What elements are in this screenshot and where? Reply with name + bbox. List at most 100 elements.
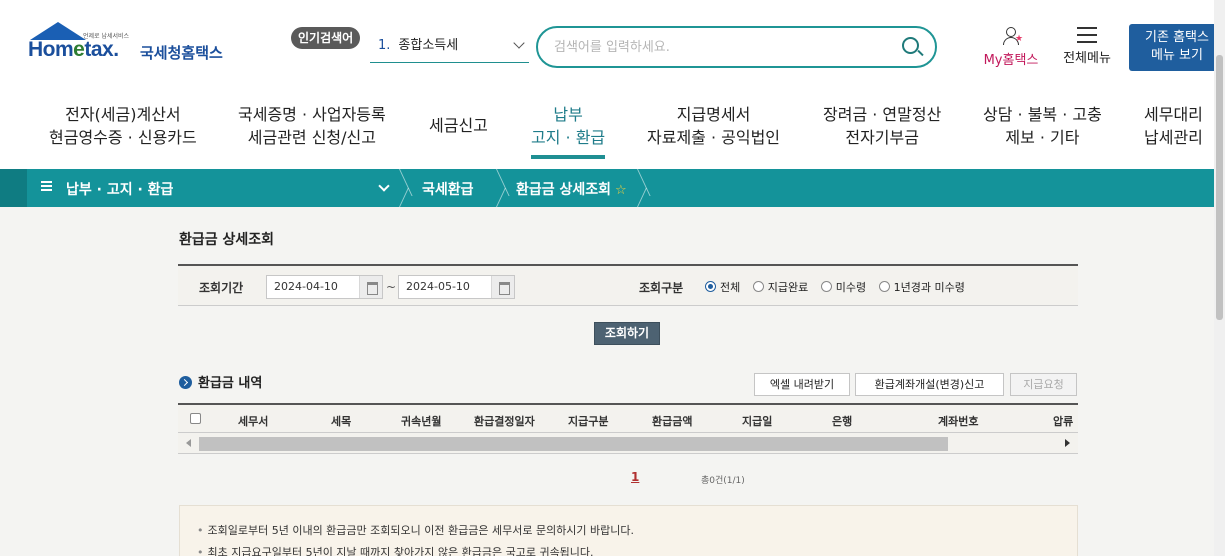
- gnb-line2: 세금관련 신청/신고: [247, 128, 376, 147]
- gnb-line1: 납부: [553, 105, 583, 124]
- breadcrumb-menu[interactable]: 납부 · 고지 · 환급: [66, 179, 173, 199]
- breadcrumb-level2[interactable]: 국세환급: [422, 179, 474, 199]
- date-to-value: 2024-05-10: [406, 280, 470, 293]
- gnb-item-agent[interactable]: 세무대리 납세관리: [1144, 103, 1203, 149]
- notice-line: 최초 지급요구일부터 5년이 지날 때까지 찾아가지 않은 환급금은 국고로 귀…: [197, 544, 594, 556]
- date-to-field[interactable]: 2024-05-10: [398, 275, 515, 299]
- radio-label: 미수령: [835, 281, 867, 294]
- active-indicator: [531, 155, 606, 159]
- favorite-star-icon[interactable]: ☆: [615, 183, 627, 198]
- logo-brand-e: e: [73, 38, 85, 61]
- period-label: 조회기간: [199, 281, 244, 295]
- breadcrumb-edge: [0, 169, 27, 207]
- radio-paid[interactable]: 지급완료: [752, 279, 808, 295]
- logo-brand: Hometax.: [28, 38, 119, 62]
- user-icon: ★: [1002, 27, 1023, 45]
- breadcrumb-separator: [637, 169, 649, 207]
- logo-brand-part: Hom: [28, 38, 74, 61]
- gnb-line2: 자료제출 · 공익법인: [647, 128, 781, 147]
- col-attribution: 귀속년월: [401, 415, 442, 428]
- page-vertical-scrollbar[interactable]: [1214, 0, 1225, 556]
- circle-arrow-icon: [179, 376, 192, 389]
- list-title-text: 환급금 내역: [198, 376, 263, 391]
- gnb-line2: 고지 · 환급: [531, 128, 606, 147]
- radio-dot: [878, 281, 890, 292]
- col-account: 계좌번호: [938, 415, 979, 428]
- calendar-icon[interactable]: [359, 276, 382, 298]
- radio-year-unreceived[interactable]: 1년경과 미수령: [878, 279, 965, 295]
- menu-icon: [41, 181, 52, 191]
- scroll-left-arrow-icon[interactable]: [186, 439, 191, 447]
- popular-keyword-select[interactable]: 1. 종합소득세: [370, 33, 529, 63]
- type-radio-group: 전체 지급완료 미수령 1년경과 미수령: [705, 279, 974, 295]
- old-menu-button[interactable]: 기존 홈택스 메뉴 보기: [1129, 24, 1225, 71]
- gnb-line2: 현금영수증 · 신용카드: [49, 128, 197, 147]
- global-nav: 전자(세금)계산서 현금영수증 · 신용카드 국세증명 · 사업자등록 세금관련…: [0, 103, 1214, 159]
- search-conditions: 조회기간 2024-04-10 ~ 2024-05-10 조회구분 전체 지급완…: [178, 264, 1078, 306]
- gnb-item-incentive[interactable]: 장려금 · 연말정산 전자기부금: [823, 103, 941, 149]
- breadcrumb-current: 환급금 상세조회: [516, 182, 612, 198]
- radio-all[interactable]: 전체: [705, 279, 740, 295]
- gnb-line2: 제보 · 기타: [1005, 128, 1080, 147]
- gnb-line1: 세금신고: [429, 116, 488, 135]
- popular-keyword: 종합소득세: [398, 38, 459, 53]
- gnb-line2: 납세관리: [1144, 128, 1203, 147]
- my-hometax-label: My홈택스: [983, 53, 1039, 68]
- date-from-field[interactable]: 2024-04-10: [266, 275, 383, 299]
- page-number-current[interactable]: 1: [631, 470, 639, 484]
- gnb-line1: 전자(세금)계산서: [65, 105, 181, 124]
- gnb-line1: 장려금 · 연말정산: [823, 105, 942, 124]
- col-decision-date: 환급결정일자: [474, 415, 535, 428]
- radio-label: 1년경과 미수령: [893, 281, 965, 294]
- gnb-line1: 지급명세서: [676, 105, 751, 124]
- gnb-line2: 전자기부금: [845, 128, 919, 147]
- radio-label: 전체: [720, 281, 741, 294]
- calendar-icon[interactable]: [491, 276, 514, 298]
- breadcrumb-separator: [496, 169, 508, 207]
- col-payment-date: 지급일: [742, 415, 773, 428]
- gnb-item-invoice[interactable]: 전자(세금)계산서 현금영수증 · 신용카드: [49, 103, 197, 149]
- search-button[interactable]: 조회하기: [594, 322, 660, 345]
- radio-dot: [705, 281, 716, 292]
- popular-rank: 1.: [378, 38, 391, 53]
- popular-search-badge: 인기검색어: [291, 27, 361, 49]
- scroll-right-arrow-icon[interactable]: [1065, 439, 1070, 447]
- notice-line: 조회일로부터 5년 이내의 환급금만 조회되오니 이전 환급금은 세무서로 문의…: [197, 522, 635, 538]
- search-input[interactable]: [554, 37, 884, 57]
- total-count: 총0건(1/1): [701, 476, 745, 486]
- my-hometax-link[interactable]: ★ My홈택스: [975, 27, 1047, 68]
- scroll-thumb[interactable]: [199, 437, 948, 451]
- page-title: 환급금 상세조회: [179, 232, 275, 248]
- gnb-line1: 국세증명 · 사업자등록: [238, 105, 386, 124]
- payment-request-button[interactable]: 지급요청: [1010, 373, 1077, 396]
- gnb-item-consult[interactable]: 상담 · 불복 · 고충 제보 · 기타: [983, 103, 1102, 149]
- col-payment-type: 지급구분: [568, 415, 609, 428]
- col-tax-item: 세목: [331, 415, 352, 428]
- type-label: 조회구분: [639, 281, 684, 295]
- hamburger-icon: [1077, 27, 1097, 43]
- gnb-item-tax-return[interactable]: 세금신고: [429, 114, 488, 137]
- logo-brand-part: tax.: [84, 38, 119, 61]
- col-bank: 은행: [832, 415, 853, 428]
- date-range-tilde: ~: [386, 280, 397, 294]
- search-box: [536, 26, 937, 68]
- refund-table-header: 세무서 세목 귀속년월 환급결정일자 지급구분 환급금액 지급일 은행 계좌번호…: [178, 403, 1078, 433]
- chevron-down-icon[interactable]: [378, 180, 390, 192]
- excel-download-button[interactable]: 엑셀 내려받기: [754, 373, 850, 396]
- hometax-logo[interactable]: 언제로 납세서비스 Hometax. 국세청홈택스: [28, 22, 238, 74]
- all-menu-button[interactable]: 전체메뉴: [1055, 27, 1119, 66]
- notice-box: 조회일로부터 5년 이내의 환급금만 조회되오니 이전 환급금은 세무서로 문의…: [179, 505, 1078, 556]
- gnb-item-certificate[interactable]: 국세증명 · 사업자등록 세금관련 신청/신고: [238, 103, 386, 149]
- gnb-line1: 상담 · 불복 · 고충: [983, 105, 1102, 124]
- scroll-thumb[interactable]: [1216, 55, 1223, 320]
- table-horizontal-scrollbar[interactable]: [178, 433, 1078, 454]
- account-register-button[interactable]: 환급계좌개설(변경)신고: [855, 373, 1004, 396]
- list-title: 환급금 내역: [179, 372, 262, 391]
- gnb-item-statement[interactable]: 지급명세서 자료제출 · 공익법인: [647, 103, 780, 149]
- radio-unreceived[interactable]: 미수령: [820, 279, 867, 295]
- search-icon[interactable]: [902, 37, 919, 54]
- gnb-item-payment[interactable]: 납부 고지 · 환급: [531, 103, 606, 159]
- logo-korean: 국세청홈택스: [140, 44, 223, 62]
- select-all-checkbox[interactable]: [190, 413, 201, 424]
- radio-dot: [820, 281, 832, 292]
